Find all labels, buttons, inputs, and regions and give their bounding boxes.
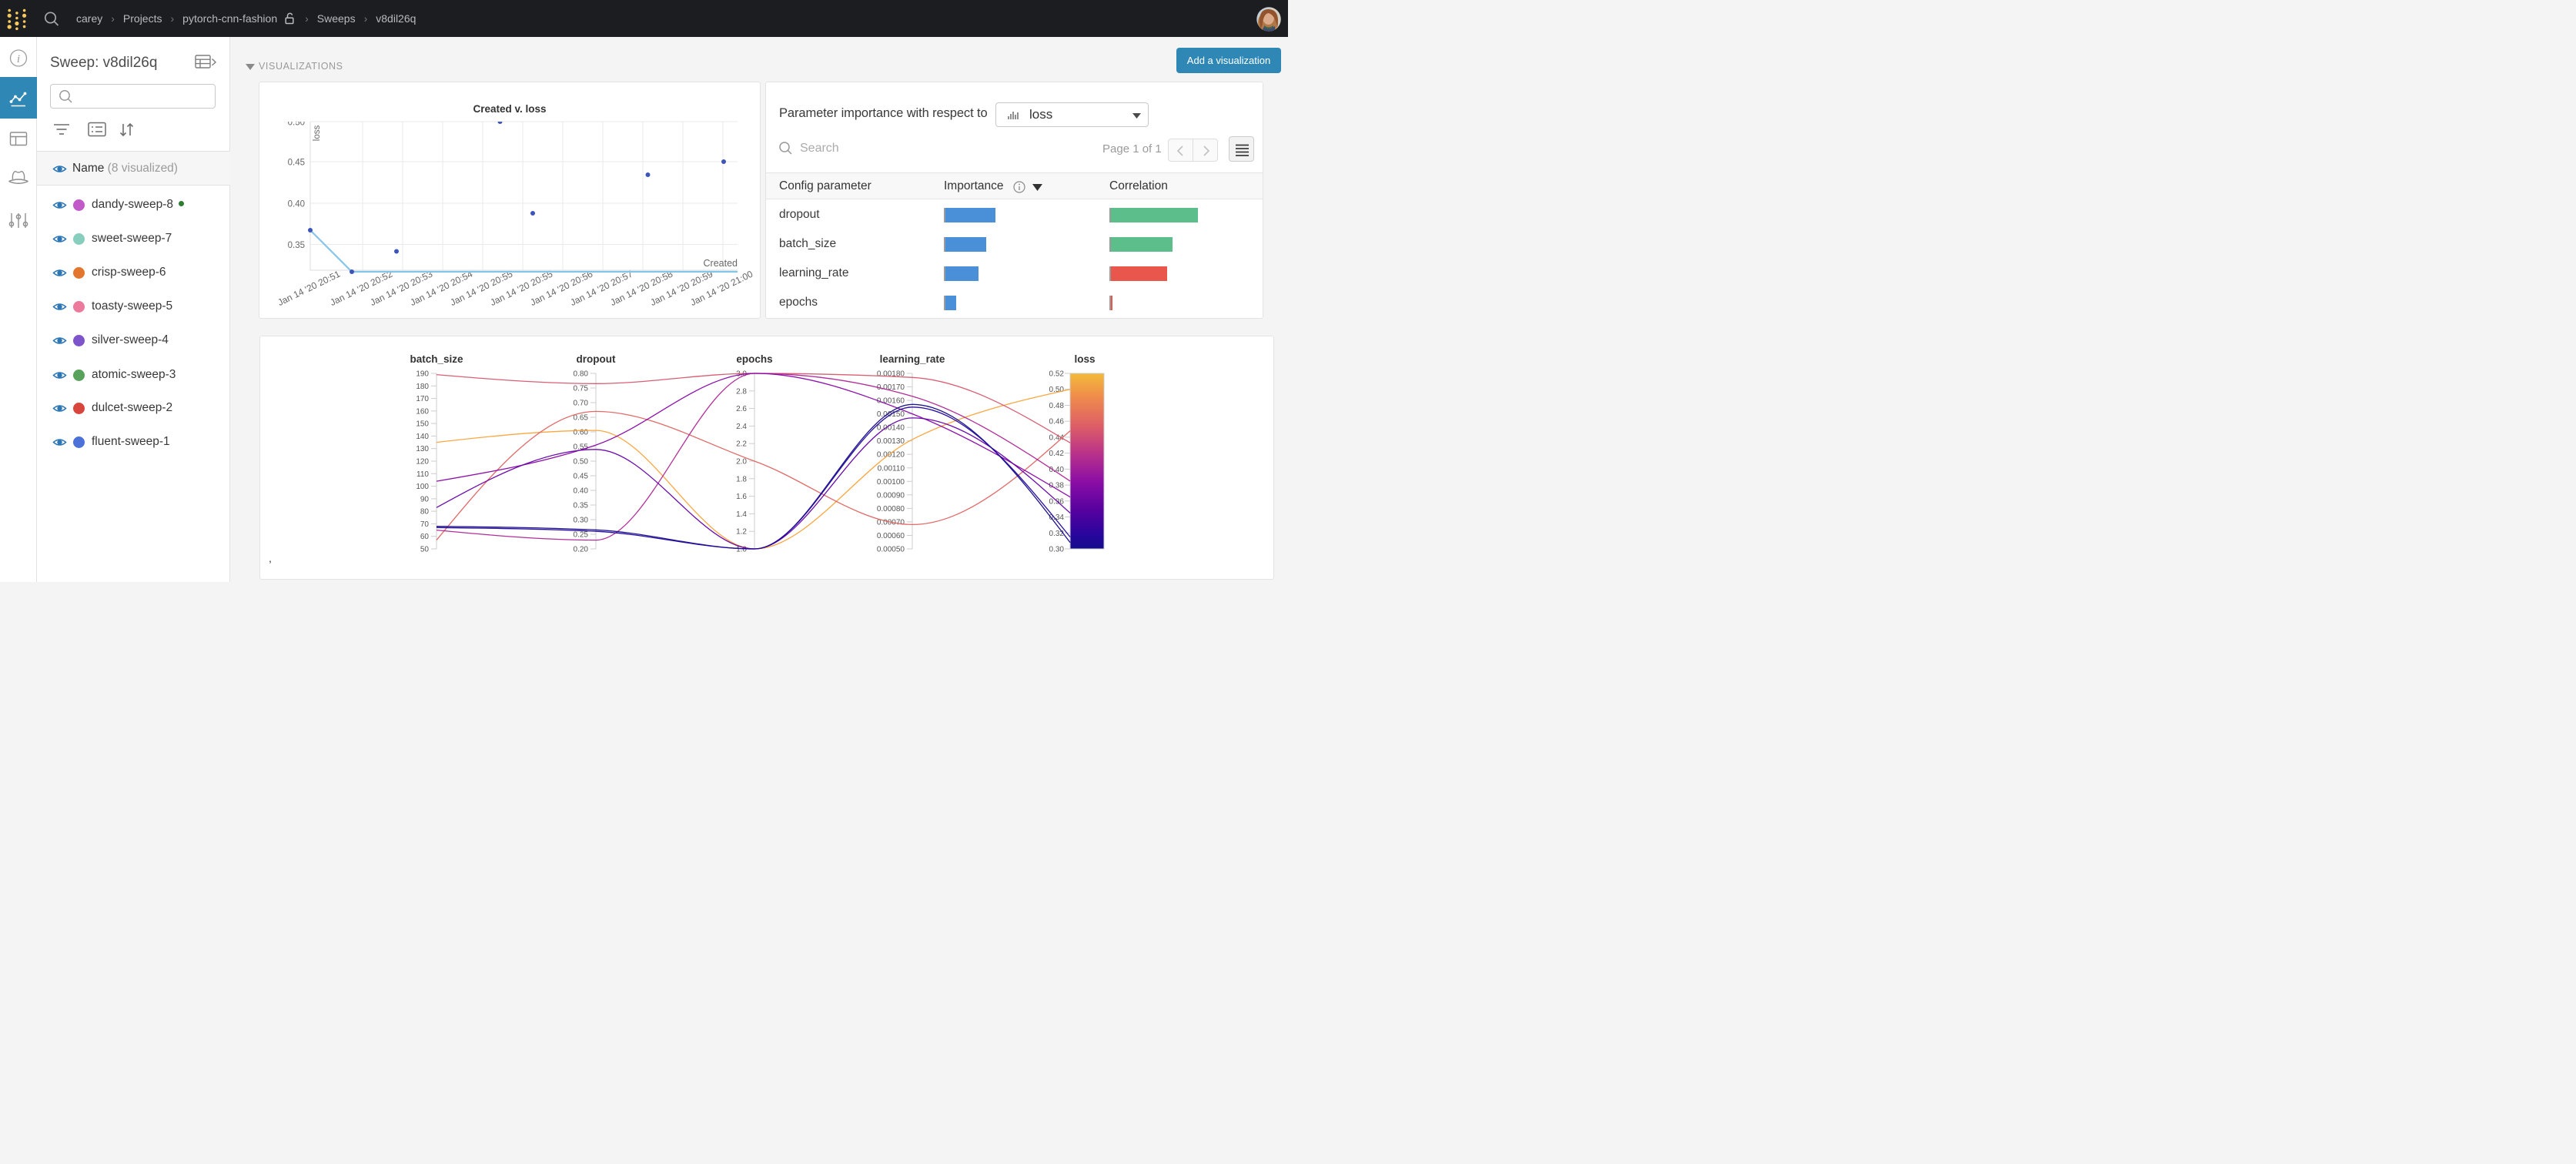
svg-text:0.00100: 0.00100 (877, 478, 905, 487)
svg-text:140: 140 (416, 433, 429, 441)
svg-text:0.32: 0.32 (1049, 530, 1065, 538)
svg-text:2.6: 2.6 (736, 405, 747, 413)
svg-text:dropout: dropout (577, 353, 616, 365)
svg-text:0.00130: 0.00130 (877, 437, 905, 446)
svg-text:90: 90 (420, 495, 430, 503)
svg-text:50: 50 (420, 546, 430, 554)
svg-text:,: , (269, 552, 272, 564)
svg-text:0.25: 0.25 (574, 531, 589, 540)
svg-text:0.00110: 0.00110 (878, 464, 905, 473)
svg-text:0.45: 0.45 (574, 473, 589, 481)
svg-text:0.35: 0.35 (574, 502, 589, 510)
svg-text:80: 80 (420, 508, 430, 517)
svg-text:1.4: 1.4 (736, 510, 747, 519)
svg-text:60: 60 (420, 533, 430, 541)
svg-text:learning_rate: learning_rate (880, 353, 945, 365)
svg-text:190: 190 (416, 370, 429, 379)
svg-text:1.2: 1.2 (736, 528, 747, 537)
svg-text:0.36: 0.36 (1049, 497, 1065, 506)
svg-text:1.8: 1.8 (736, 475, 747, 483)
svg-text:130: 130 (416, 445, 429, 453)
svg-text:0.40: 0.40 (288, 200, 305, 209)
svg-text:0.40: 0.40 (1049, 466, 1065, 474)
svg-text:0.00060: 0.00060 (877, 532, 905, 540)
svg-text:1.6: 1.6 (736, 493, 747, 501)
svg-text:0.80: 0.80 (574, 370, 589, 379)
svg-text:0.00160: 0.00160 (877, 397, 905, 406)
svg-text:Created: Created (704, 258, 738, 269)
svg-text:0.52: 0.52 (1049, 370, 1065, 379)
svg-text:0.00080: 0.00080 (877, 505, 905, 513)
svg-text:0.70: 0.70 (574, 400, 589, 408)
svg-text:0.60: 0.60 (574, 429, 589, 437)
svg-text:0.42: 0.42 (1049, 450, 1065, 458)
svg-text:0.00120: 0.00120 (877, 451, 905, 460)
svg-text:2.4: 2.4 (736, 423, 747, 431)
svg-text:loss: loss (313, 125, 322, 142)
svg-text:160: 160 (416, 407, 429, 416)
svg-text:batch_size: batch_size (410, 353, 463, 365)
svg-text:170: 170 (416, 395, 429, 403)
svg-text:180: 180 (416, 383, 429, 391)
svg-text:0.75: 0.75 (574, 385, 589, 393)
svg-text:0.30: 0.30 (1049, 546, 1065, 554)
svg-text:2.2: 2.2 (736, 440, 747, 449)
svg-text:2.0: 2.0 (736, 458, 747, 467)
svg-text:150: 150 (416, 420, 429, 429)
svg-text:0.40: 0.40 (574, 487, 589, 496)
svg-text:70: 70 (420, 520, 430, 529)
svg-text:0.65: 0.65 (574, 414, 589, 423)
svg-text:0.46: 0.46 (1049, 418, 1065, 426)
svg-text:i: i (17, 53, 20, 65)
svg-text:100: 100 (416, 483, 429, 491)
svg-text:0.45: 0.45 (288, 159, 305, 168)
svg-text:120: 120 (416, 458, 429, 467)
svg-text:2.8: 2.8 (736, 387, 747, 396)
svg-text:loss: loss (1074, 353, 1095, 365)
svg-text:0.50: 0.50 (288, 119, 305, 128)
svg-text:0.00090: 0.00090 (877, 491, 905, 500)
svg-text:0.20: 0.20 (574, 546, 589, 554)
svg-text:0.50: 0.50 (574, 458, 589, 467)
svg-text:110: 110 (417, 470, 429, 479)
svg-text:0.35: 0.35 (288, 241, 305, 250)
svg-text:0.00050: 0.00050 (877, 546, 905, 554)
svg-text:epochs: epochs (736, 353, 772, 365)
svg-text:0.30: 0.30 (574, 517, 589, 525)
svg-text:0.50: 0.50 (1049, 386, 1065, 394)
svg-text:0.48: 0.48 (1049, 402, 1065, 410)
